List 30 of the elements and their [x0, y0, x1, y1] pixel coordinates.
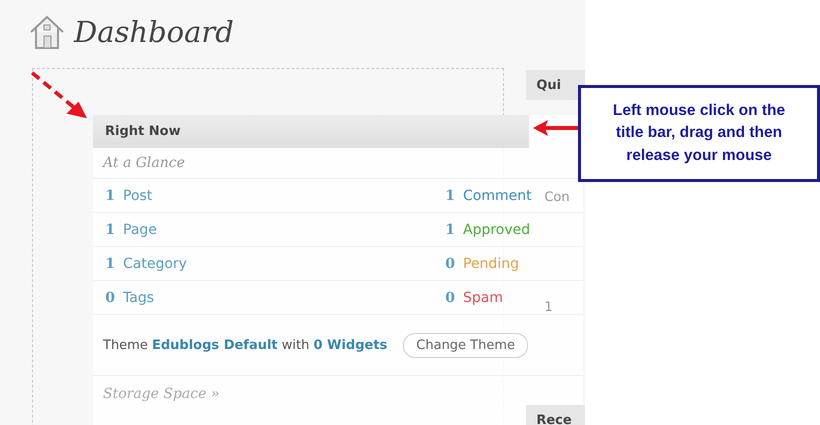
comment-stat-link[interactable]: Approved: [463, 222, 530, 238]
theme-sentence: Theme Edublogs Default with 0 Widgets: [103, 338, 388, 352]
count-link[interactable]: 1: [445, 222, 455, 238]
count-link[interactable]: 0: [105, 290, 115, 306]
widgets-link[interactable]: 0 Widgets: [314, 338, 388, 352]
stat-link[interactable]: Page: [123, 222, 157, 238]
count-link[interactable]: 1: [105, 222, 115, 238]
dashed-arrow: [30, 71, 87, 118]
comment-stat-link[interactable]: Pending: [463, 256, 519, 272]
widget-text: 1: [543, 300, 554, 315]
count-link[interactable]: 0: [445, 290, 455, 306]
stat-link[interactable]: Category: [123, 256, 187, 272]
arrow: [533, 120, 581, 136]
theme-link[interactable]: Edublogs Default: [152, 338, 278, 352]
stat-link[interactable]: Post: [123, 188, 152, 204]
widget-header[interactable]: Rece: [526, 405, 585, 425]
comment-stat-link[interactable]: Spam: [463, 290, 503, 306]
count-link[interactable]: 1: [445, 188, 455, 204]
change-theme-button[interactable]: Change Theme: [403, 332, 528, 358]
widget-title-bar[interactable]: Right Now: [93, 115, 529, 148]
page-title: Dashboard: [74, 15, 234, 49]
count-link[interactable]: 0: [445, 256, 455, 272]
callout-text: Left mouse click on the title bar, drag and then release your mouse: [578, 85, 820, 182]
widget-header[interactable]: Qui: [526, 70, 585, 100]
count-link[interactable]: 1: [105, 256, 115, 272]
comment-stat-link[interactable]: Comment: [463, 188, 532, 204]
stat-link[interactable]: Tags: [123, 290, 154, 306]
storage-link[interactable]: Storage Space »: [103, 386, 573, 402]
count-link[interactable]: 1: [105, 188, 115, 204]
house-icon: [28, 14, 66, 50]
